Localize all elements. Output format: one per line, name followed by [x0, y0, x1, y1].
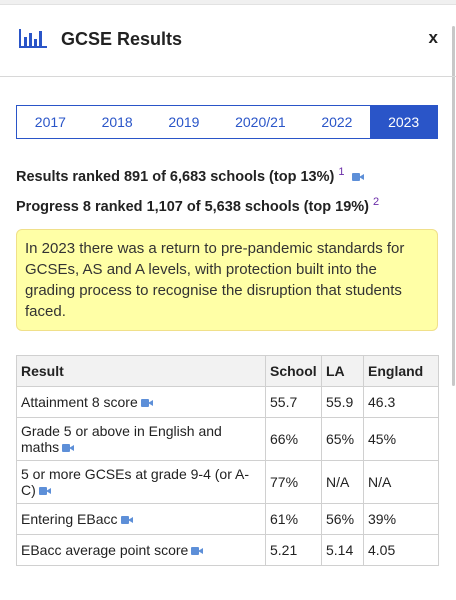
video-icon[interactable] [62, 444, 75, 453]
tab-2019[interactable]: 2019 [151, 106, 218, 138]
la-value: 55.9 [321, 386, 364, 418]
header-england: England [363, 355, 439, 387]
tab-2017[interactable]: 2017 [17, 106, 84, 138]
england-value: 46.3 [363, 386, 439, 418]
info-note: In 2023 there was a return to pre-pandem… [16, 229, 438, 331]
school-value: 55.7 [265, 386, 322, 418]
scrollbar[interactable] [452, 26, 455, 386]
table-row: Entering EBacc 61% 56% 39% [16, 503, 439, 535]
row-label-cell: 5 or more GCSEs at grade 9-4 (or A-C) [16, 460, 266, 504]
header-school: School [265, 355, 322, 387]
table-header-row: Result School LA England [16, 355, 439, 387]
header-divider [0, 76, 456, 77]
tab-2023[interactable]: 2023 [370, 106, 438, 138]
footnote-1[interactable]: 1 [338, 166, 344, 178]
school-value: 61% [265, 503, 322, 535]
england-value: 4.05 [363, 534, 439, 566]
row-label-cell: Attainment 8 score [16, 386, 266, 418]
bar-chart-icon [19, 29, 47, 48]
school-value: 5.21 [265, 534, 322, 566]
dialog-header: GCSE Results x [0, 14, 456, 66]
school-value: 77% [265, 460, 322, 504]
video-icon[interactable] [140, 399, 153, 408]
table-row: Grade 5 or above in English and maths 66… [16, 417, 439, 461]
row-label-cell: Grade 5 or above in English and maths [16, 417, 266, 461]
la-value: N/A [321, 460, 364, 504]
year-tabs: 2017 2018 2019 2020/21 2022 2023 [16, 105, 438, 139]
dialog-title: GCSE Results [61, 29, 183, 49]
row-label: Grade 5 or above in English and maths [21, 423, 222, 455]
england-value: 45% [363, 417, 439, 461]
england-value: 39% [363, 503, 439, 535]
row-label: 5 or more GCSEs at grade 9-4 (or A-C) [21, 466, 249, 498]
close-button[interactable]: x [429, 28, 438, 48]
la-value: 5.14 [321, 534, 364, 566]
tab-2018[interactable]: 2018 [84, 106, 151, 138]
rankings: Results ranked 891 of 6,683 schools (top… [16, 160, 379, 220]
table-row: EBacc average point score 5.21 5.14 4.05 [16, 534, 439, 566]
header-result: Result [16, 355, 266, 387]
video-icon[interactable] [191, 547, 204, 556]
progress-rank-text: Progress 8 ranked 1,107 of 5,638 schools… [16, 198, 369, 215]
row-label-cell: EBacc average point score [16, 534, 266, 566]
la-value: 56% [321, 503, 364, 535]
school-value: 66% [265, 417, 322, 461]
la-value: 65% [321, 417, 364, 461]
row-label: EBacc average point score [21, 542, 189, 558]
row-label: Entering EBacc [21, 511, 118, 527]
tab-2022[interactable]: 2022 [304, 106, 371, 138]
results-rank: Results ranked 891 of 6,683 schools (top… [16, 160, 379, 190]
table-row: 5 or more GCSEs at grade 9-4 (or A-C) 77… [16, 460, 439, 504]
header-la: LA [321, 355, 364, 387]
tab-2020-21[interactable]: 2020/21 [217, 106, 303, 138]
video-icon[interactable] [351, 173, 364, 181]
video-icon[interactable] [120, 516, 133, 525]
footnote-2[interactable]: 2 [373, 196, 379, 208]
results-rank-text: Results ranked 891 of 6,683 schools (top… [16, 168, 335, 185]
england-value: N/A [363, 460, 439, 504]
table-row: Attainment 8 score 55.7 55.9 46.3 [16, 386, 439, 418]
progress-rank: Progress 8 ranked 1,107 of 5,638 schools… [16, 190, 379, 220]
video-icon[interactable] [38, 487, 51, 496]
results-table: Result School LA England Attainment 8 sc… [16, 355, 439, 566]
row-label-cell: Entering EBacc [16, 503, 266, 535]
row-label: Attainment 8 score [21, 394, 138, 410]
top-divider [0, 0, 456, 5]
